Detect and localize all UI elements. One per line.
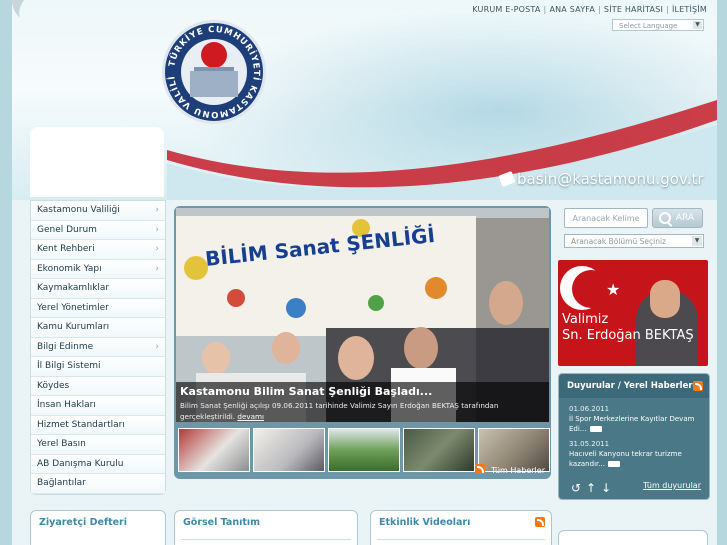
sidebar-item[interactable]: Genel Durum › [31,220,165,240]
slider-headline[interactable]: Kastamonu Bilim Sanat Şenliği Başladı... [180,385,432,398]
sidebar-item-label: İl Bilgi Sistemi [37,361,101,371]
sidebar-item-label: Ekonomik Yapı [37,263,102,274]
envelope-icon [498,170,516,188]
search-section-label: Aranacak Bölümü Seçiniz [571,237,666,246]
slider-thumbnail[interactable] [253,428,325,472]
sidebar-item-label: Yerel Yönetimler [37,302,109,313]
sidebar-item-label: Genel Durum [37,224,97,235]
slider-thumbnail[interactable] [403,428,475,472]
sidebar-item-label: Bağlantılar [37,478,86,488]
language-select[interactable]: Select Language ▼ [612,19,704,31]
sidebar-item[interactable]: Bilgi Edinme › [31,337,165,357]
all-news-label: Tüm Haberler [491,466,545,475]
all-announcements-link[interactable]: Tüm duyurular [643,481,701,491]
search-input[interactable]: Aranacak Kelime [564,208,648,228]
guestbook-panel: Ziyaretçi Defteri [30,510,166,545]
rss-icon[interactable] [693,381,703,391]
visual-promo-panel: Görsel Tanıtım [174,510,358,545]
visual-promo-title[interactable]: Görsel Tanıtım [183,517,260,528]
chevron-right-icon: › [155,244,159,254]
rss-icon[interactable] [535,517,545,527]
search-section-select[interactable]: Aranacak Bölümü Seçiniz ▼ [564,234,704,248]
slider-thumbnail[interactable] [328,428,400,472]
bottom-right-panel [558,530,708,545]
governor-banner[interactable]: ★ Valimiz Sn. Erdoğan BEKTAŞ [558,260,708,366]
star-icon: ★ [606,280,621,299]
all-news-link[interactable]: Tüm Haberler [475,464,545,475]
sidebar-item-label: Yerel Basın [37,439,86,449]
sidebar-item[interactable]: Kamu Kurumları [31,318,165,338]
press-email[interactable]: basin@kastamonu.gov.tr [498,170,704,188]
search-icon [659,212,671,224]
rss-icon [475,464,486,474]
search-button[interactable]: ARA [652,208,703,228]
chevron-down-icon: ▼ [692,236,702,246]
sidebar-top-panel [30,127,164,197]
sidebar-item-label: Kastamonu Valiliği [37,205,120,215]
slider-caption: Kastamonu Bilim Sanat Şenliği Başladı...… [176,382,549,422]
language-select-label: Select Language [619,22,678,30]
sidebar-item-label: Kaymakamlıklar [37,283,110,293]
top-navigation: KURUM E-POSTA | ANA SAYFA | SİTE HARİTASI | İL… [472,5,707,14]
sidebar-menu: Kastamonu Valiliği › Genel Durum › Kent Rehb… [30,200,166,495]
sidebar-item-label: İnsan Hakları [37,400,96,410]
svg-text:TÜRKİYE CUMHURİYETİ KASTAMONU: TÜRKİYE CUMHURİYETİ KASTAMONU VALİLİĞİ [165,23,262,119]
news-slider: BİLİM Sanat ŞENLİĞİ Kastamonu Bilim Sana… [174,206,551,479]
announcements-panel: Duyurular / Yerel Haberler 01.06.2011 İl… [558,373,710,500]
more-icon[interactable] [607,461,620,467]
chevron-right-icon: › [155,263,159,274]
sidebar-item[interactable]: Kaymakamlıklar [31,279,165,299]
sidebar-item[interactable]: İnsan Hakları [31,396,165,416]
announcement-item[interactable]: 01.06.2011 İl Spor Merkezlerine Kayıtlar… [569,404,703,434]
governorship-seal-logo[interactable]: TÜRKİYE CUMHURİYETİ KASTAMONU VALİLİĞİ [162,20,266,124]
chevron-right-icon: › [155,205,159,215]
nav-link-iletisim[interactable]: İLETİŞİM [672,5,707,14]
more-icon[interactable] [589,426,602,432]
slider-summary: Bilim Sanat Şenliği açılışı 09.06.2011 t… [180,401,499,421]
sidebar-item[interactable]: Ekonomik Yapı › [31,259,165,279]
announcement-date: 31.05.2011 [569,440,610,448]
sidebar-item[interactable]: AB Danışma Kurulu [31,454,165,474]
slider-photo[interactable]: BİLİM Sanat ŞENLİĞİ Kastamonu Bilim Sana… [176,208,549,422]
read-more-link[interactable]: devamı [237,412,264,421]
announcement-item[interactable]: 31.05.2011 Hacıveli Kanyonu tekrar turiz… [569,439,703,469]
sidebar-item-label: Köydes [37,380,70,391]
sidebar-item[interactable]: Yerel Yönetimler [31,298,165,318]
event-videos-panel: Etkinlik Videoları [370,510,552,545]
chevron-right-icon: › [155,224,159,235]
nav-link-ana-sayfa[interactable]: ANA SAYFA [549,5,595,14]
sidebar-item[interactable]: Kastamonu Valiliği › [31,201,165,221]
announcement-text: İl Spor Merkezlerine Kayıtlar Devam Edi.… [569,415,695,433]
page: KURUM E-POSTA | ANA SAYFA | SİTE HARİTASI | İL… [12,0,717,545]
announcement-date: 01.06.2011 [569,405,610,413]
chevron-down-icon: ▼ [693,21,702,29]
sidebar-item-label: AB Danışma Kurulu [37,458,124,469]
governor-caption: Valimiz Sn. Erdoğan BEKTAŞ [562,312,694,343]
chevron-right-icon: › [155,341,159,352]
press-email-text: basin@kastamonu.gov.tr [517,170,704,188]
search-button-label: ARA [675,213,694,223]
announcement-controls[interactable]: ↺↑↓ [571,482,616,494]
slider-thumbnail[interactable] [178,428,250,472]
sidebar-item-label: Kent Rehberi [37,244,95,254]
announcements-title[interactable]: Duyurular / Yerel Haberler [567,381,693,391]
sidebar-item[interactable]: Hizmet Standartları [31,415,165,435]
announcement-text: Hacıveli Kanyonu tekrar turizme kazandır… [569,450,682,468]
announcements-header: Duyurular / Yerel Haberler [559,374,709,398]
sidebar-item-label: Bilgi Edinme [37,341,94,352]
sidebar-item[interactable]: Köydes [31,376,165,396]
sidebar-item[interactable]: Bağlantılar [31,474,165,494]
sidebar-item[interactable]: Yerel Basın [31,435,165,455]
guestbook-title[interactable]: Ziyaretçi Defteri [39,517,127,528]
nav-link-kurum-eposta[interactable]: KURUM E-POSTA [472,5,540,14]
nav-link-site-haritasi[interactable]: SİTE HARİTASI [604,5,663,14]
sidebar-item-label: Kamu Kurumları [37,322,110,332]
sidebar-item[interactable]: Kent Rehberi › [31,240,165,260]
sidebar-item-label: Hizmet Standartları [37,419,125,430]
sidebar-item[interactable]: İl Bilgi Sistemi [31,357,165,377]
event-videos-title[interactable]: Etkinlik Videoları [379,517,470,528]
